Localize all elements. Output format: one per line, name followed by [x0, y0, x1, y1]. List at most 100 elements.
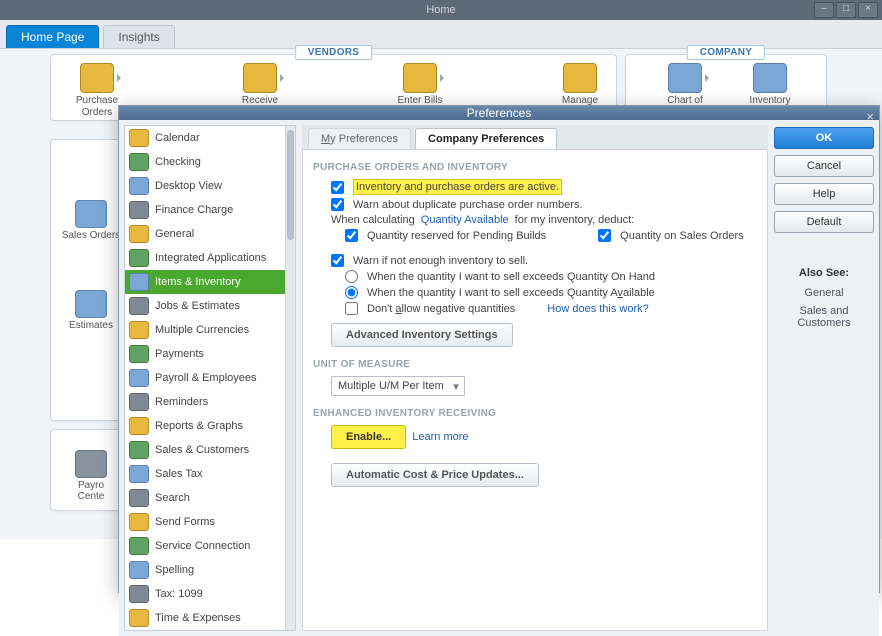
flow-receive[interactable]: Receive — [226, 63, 294, 107]
category-sales-tax[interactable]: Sales Tax — [125, 462, 295, 486]
link-quantity-available[interactable]: Quantity Available — [421, 214, 509, 226]
category-label: Spelling — [155, 564, 194, 576]
category-label: Sales & Customers — [155, 444, 249, 456]
manage-icon — [563, 63, 597, 93]
also-see-sales-customers[interactable]: Sales and Customers — [774, 305, 874, 329]
checkbox-no-negative-qty[interactable] — [345, 302, 358, 315]
category-icon — [129, 609, 149, 627]
category-icon — [129, 345, 149, 363]
category-label: Reminders — [155, 396, 208, 408]
category-tax-1099[interactable]: Tax: 1099 — [125, 582, 295, 606]
category-label: Payments — [155, 348, 204, 360]
section-purchase-orders: PURCHASE ORDERS AND INVENTORY — [313, 162, 757, 173]
button-auto-cost-price-updates[interactable]: Automatic Cost & Price Updates... — [331, 463, 539, 487]
category-integrated-applications[interactable]: Integrated Applications — [125, 246, 295, 270]
company-label: COMPANY — [687, 45, 765, 60]
category-label: Payroll & Employees — [155, 372, 257, 384]
category-finance-charge[interactable]: Finance Charge — [125, 198, 295, 222]
category-icon — [129, 369, 149, 387]
tab-company-preferences[interactable]: Company Preferences — [415, 128, 557, 149]
link-learn-more[interactable]: Learn more — [412, 431, 468, 443]
category-icon — [129, 513, 149, 531]
button-ok[interactable]: OK — [774, 127, 874, 149]
flow-sales-orders[interactable]: Sales Orders — [61, 200, 121, 241]
sales-orders-icon — [75, 200, 107, 228]
tab-home-page[interactable]: Home Page — [6, 25, 99, 48]
category-icon — [129, 441, 149, 459]
tab-insights[interactable]: Insights — [103, 25, 174, 48]
link-how-does-this-work[interactable]: How does this work? — [547, 303, 649, 315]
category-icon — [129, 129, 149, 147]
category-multiple-currencies[interactable]: Multiple Currencies — [125, 318, 295, 342]
category-icon — [129, 585, 149, 603]
category-items-inventory[interactable]: Items & Inventory — [125, 270, 295, 294]
flow-payroll-center[interactable]: Payro Cente — [61, 450, 121, 502]
dialog-right-column: OK Cancel Help Default Also See: General… — [774, 125, 874, 631]
category-sales-customers[interactable]: Sales & Customers — [125, 438, 295, 462]
category-list: Calendar Checking Desktop View Finance Char… — [124, 125, 296, 631]
scrollbar-thumb[interactable] — [287, 130, 294, 240]
button-advanced-inventory-settings[interactable]: Advanced Inventory Settings — [331, 323, 513, 347]
category-icon — [129, 321, 149, 339]
section-unit-of-measure: UNIT OF MEASURE — [313, 359, 757, 370]
checkbox-on-sales-orders[interactable] — [598, 229, 611, 242]
category-jobs-estimates[interactable]: Jobs & Estimates — [125, 294, 295, 318]
checkbox-warn-dup-po[interactable] — [331, 198, 344, 211]
category-label: Sales Tax — [155, 468, 203, 480]
checkbox-warn-not-enough[interactable] — [331, 254, 344, 267]
flow-manage[interactable]: Manage — [546, 63, 614, 107]
flow-chart-of-accounts[interactable]: Chart of — [651, 63, 719, 107]
category-service-connection[interactable]: Service Connection — [125, 534, 295, 558]
vendors-label: VENDORS — [295, 45, 373, 60]
payroll-center-icon — [75, 450, 107, 478]
category-icon — [129, 177, 149, 195]
dialog-titlebar: Preferences × — [119, 106, 879, 120]
category-scrollbar[interactable] — [285, 126, 295, 630]
category-payments[interactable]: Payments — [125, 342, 295, 366]
category-spelling[interactable]: Spelling — [125, 558, 295, 582]
radio-exceeds-on-hand[interactable] — [345, 270, 358, 283]
button-default[interactable]: Default — [774, 211, 874, 233]
also-see-general[interactable]: General — [774, 287, 874, 299]
category-reports-graphs[interactable]: Reports & Graphs — [125, 414, 295, 438]
flow-enter-bills[interactable]: Enter Bills — [386, 63, 454, 107]
category-reminders[interactable]: Reminders — [125, 390, 295, 414]
select-unit-of-measure[interactable]: Multiple U/M Per Item — [331, 376, 465, 396]
button-enable-eir[interactable]: Enable... — [331, 425, 406, 449]
preference-tabs: My Preferences Company Preferences — [302, 125, 768, 150]
category-label: Desktop View — [155, 180, 222, 192]
category-label: Items & Inventory — [155, 276, 241, 288]
tab-my-preferences[interactable]: My Preferences — [308, 128, 411, 149]
button-cancel[interactable]: Cancel — [774, 155, 874, 177]
category-label: Tax: 1099 — [155, 588, 203, 600]
checkbox-inventory-active[interactable] — [331, 181, 344, 194]
purchase-orders-icon — [80, 63, 114, 93]
radio-exceeds-available[interactable] — [345, 286, 358, 299]
flow-estimates[interactable]: Estimates — [61, 290, 121, 331]
category-icon — [129, 537, 149, 555]
category-desktop-view[interactable]: Desktop View — [125, 174, 295, 198]
window-close-button[interactable]: × — [858, 2, 878, 18]
category-general[interactable]: General — [125, 222, 295, 246]
checkbox-pending-builds[interactable] — [345, 229, 358, 242]
category-label: Checking — [155, 156, 201, 168]
category-label: Finance Charge — [155, 204, 233, 216]
category-icon — [129, 225, 149, 243]
chart-of-accounts-icon — [668, 63, 702, 93]
inventory-icon — [753, 63, 787, 93]
receive-icon — [243, 63, 277, 93]
category-icon — [129, 297, 149, 315]
flow-inventory[interactable]: Inventory — [736, 63, 804, 107]
preference-body: PURCHASE ORDERS AND INVENTORY Inventory … — [302, 150, 768, 631]
category-checking[interactable]: Checking — [125, 150, 295, 174]
category-payroll-employees[interactable]: Payroll & Employees — [125, 366, 295, 390]
category-send-forms[interactable]: Send Forms — [125, 510, 295, 534]
window-minimize-button[interactable]: – — [814, 2, 834, 18]
window-maximize-button[interactable]: □ — [836, 2, 856, 18]
category-calendar[interactable]: Calendar — [125, 126, 295, 150]
button-help[interactable]: Help — [774, 183, 874, 205]
category-search[interactable]: Search — [125, 486, 295, 510]
category-time-expenses[interactable]: Time & Expenses — [125, 606, 295, 630]
category-label: Integrated Applications — [155, 252, 266, 264]
dialog-close-button[interactable]: × — [866, 109, 874, 124]
